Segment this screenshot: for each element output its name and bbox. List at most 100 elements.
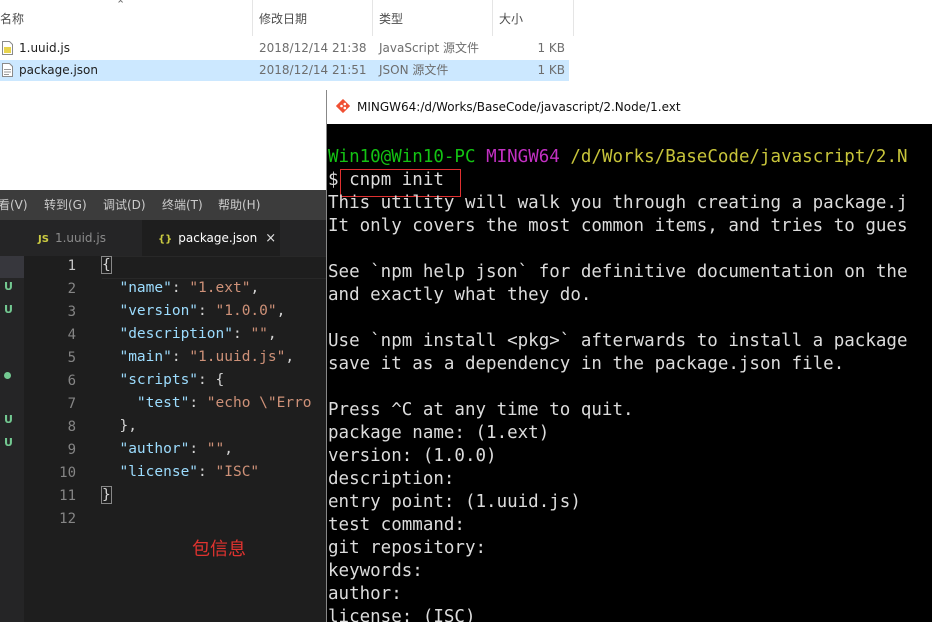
current-line-highlight (102, 256, 328, 279)
line-number: 4 (67, 327, 76, 343)
menu-debug[interactable]: 调试(D) (103, 190, 146, 220)
code-line: "author": "", (119, 441, 233, 457)
file-date: 2018/12/14 21:38 (259, 41, 367, 55)
json-key: "scripts" (119, 372, 199, 388)
terminal-title-bar[interactable]: MINGW64:/d/Works/BaseCode/javascript/2.N… (326, 90, 932, 124)
code-line: "version": "1.0.0", (119, 303, 286, 319)
json-brace: } (101, 486, 112, 504)
file-row-selected[interactable]: package.json 2018/12/14 21:51 JSON 源文件 1… (0, 60, 569, 81)
git-untracked-marker: U (4, 280, 13, 293)
line-number: 9 (67, 442, 76, 458)
menu-terminal[interactable]: 终端(T) (162, 190, 203, 220)
code-line: "scripts": { (119, 372, 225, 388)
git-logo-icon (336, 99, 350, 113)
tab-uuid-js[interactable]: JS 1.uuid.js (24, 220, 142, 256)
code-editor[interactable]: 1 2 3 4 5 6 7 8 9 10 11 12 { "name": "1.… (24, 256, 328, 622)
file-date: 2018/12/14 21:51 (259, 63, 367, 77)
json-brace: }, (119, 418, 137, 434)
line-number: 8 (67, 419, 76, 435)
line-number: 6 (67, 373, 76, 389)
terminal-output-line: version: (1.0.0) (328, 446, 497, 466)
tab-label: 1.uuid.js (54, 231, 106, 245)
git-untracked-marker: U (4, 303, 13, 316)
line-number: 10 (59, 465, 76, 481)
close-icon[interactable]: × (265, 231, 276, 246)
terminal-window[interactable]: Win10@Win10-PC MINGW64 /d/Works/BaseCode… (326, 124, 932, 622)
terminal-prompt-line: Win10@Win10-PC MINGW64 /d/Works/BaseCode… (328, 147, 908, 167)
menu-bar: 看(V) 转到(G) 调试(D) 终端(T) 帮助(H) (0, 190, 328, 220)
js-file-icon (2, 41, 13, 55)
line-number: 5 (67, 350, 76, 366)
json-key: "description" (119, 326, 233, 342)
explorer-side-panel: U U U U (0, 256, 24, 622)
terminal-title: MINGW64:/d/Works/BaseCode/javascript/2.N… (357, 100, 681, 114)
file-size: 1 KB (537, 41, 565, 55)
column-header-type[interactable]: 类型 (372, 0, 493, 36)
vscode-window: 看(V) 转到(G) 调试(D) 终端(T) 帮助(H) JS 1.uuid.js… (0, 190, 328, 622)
json-key: "test" (136, 395, 190, 411)
terminal-output-line: license: (ISC) (328, 607, 476, 622)
editor-tab-bar: JS 1.uuid.js {} package.json × (0, 220, 328, 256)
terminal-output-line: Use `npm install <pkg>` afterwards to in… (328, 331, 908, 351)
terminal-command: cnpm init (349, 170, 444, 190)
prompt-path: /d/Works/BaseCode/javascript/2.N (570, 147, 908, 167)
prompt-symbol: $ (328, 170, 339, 190)
json-key: "version" (119, 303, 199, 319)
code-line: "test": "echo \"Erro (136, 395, 312, 411)
json-key: "author" (119, 441, 190, 457)
file-list-header: ⌃ 名称 修改日期 类型 大小 (0, 0, 575, 36)
terminal-output-line: package name: (1.ext) (328, 423, 550, 443)
json-value: "1.uuid.js" (189, 349, 286, 365)
code-line: }, (102, 418, 137, 434)
file-row[interactable]: 1.uuid.js 2018/12/14 21:38 JavaScript 源文… (0, 38, 569, 59)
file-name: package.json (19, 63, 99, 77)
json-value: "" (206, 441, 225, 457)
json-value: "ISC" (215, 464, 260, 480)
code-line: { (101, 256, 112, 274)
column-header-size[interactable]: 大小 (492, 0, 574, 36)
terminal-command-line: $ cnpm init (328, 170, 444, 190)
file-size: 1 KB (537, 63, 565, 77)
file-type: JSON 源文件 (379, 63, 449, 77)
terminal-output-line: Press ^C at any time to quit. (328, 400, 634, 420)
json-key: "main" (119, 349, 172, 365)
terminal-output-line: keywords: (328, 561, 423, 581)
code-line: "name": "1.ext", (119, 280, 260, 296)
menu-help[interactable]: 帮助(H) (218, 190, 260, 220)
json-key: "name" (119, 280, 172, 296)
json-key: "license" (119, 464, 199, 480)
json-value: "1.0.0" (215, 303, 277, 319)
menu-view[interactable]: 看(V) (0, 190, 28, 220)
column-header-name[interactable]: 名称 (0, 0, 250, 36)
prompt-user: Win10@Win10-PC (328, 147, 476, 167)
tab-label: package.json (178, 231, 258, 245)
annotation-package-info: 包信息 (192, 539, 246, 560)
git-status-dot-icon (4, 372, 11, 379)
json-file-icon (2, 63, 13, 77)
file-type: JavaScript 源文件 (379, 41, 479, 55)
terminal-output-line: This utility will walk you through creat… (328, 193, 908, 213)
git-untracked-marker: U (4, 413, 13, 426)
json-value: "1.ext" (189, 280, 251, 296)
json-brace: { (101, 256, 112, 274)
terminal-output-line: It only covers the most common items, an… (328, 216, 908, 236)
code-line: "description": "", (119, 326, 277, 342)
selected-row-highlight (0, 256, 24, 278)
line-number: 3 (67, 304, 76, 320)
prompt-env: MINGW64 (486, 147, 560, 167)
code-line: "license": "ISC" (119, 464, 260, 480)
column-header-date[interactable]: 修改日期 (252, 0, 371, 36)
tab-package-json[interactable]: {} package.json × (142, 220, 280, 256)
terminal-output-line: save it as a dependency in the package.j… (328, 354, 845, 374)
terminal-output-line: git repository: (328, 538, 487, 558)
terminal-output-line: description: (328, 469, 455, 489)
file-name: 1.uuid.js (19, 41, 71, 55)
line-number: 11 (59, 488, 76, 504)
menu-go[interactable]: 转到(G) (44, 190, 87, 220)
line-number: 7 (67, 396, 76, 412)
terminal-output-line: and exactly what they do. (328, 285, 592, 305)
code-line: "main": "1.uuid.js", (119, 349, 295, 365)
json-file-icon: {} (158, 234, 173, 245)
git-untracked-marker: U (4, 436, 13, 449)
line-number: 2 (67, 281, 76, 297)
